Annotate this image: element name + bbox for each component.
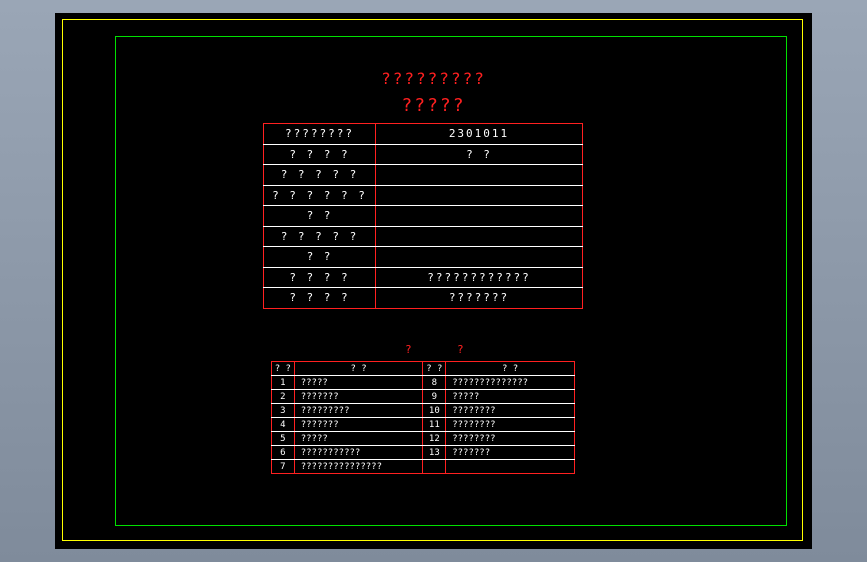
list-row: 7??????????????? xyxy=(271,459,575,474)
list-row: 1????? 8?????????????? xyxy=(271,375,575,390)
info-label: ???????? xyxy=(263,123,376,145)
list-row: 2??????? 9????? xyxy=(271,389,575,404)
item-number: 2 xyxy=(271,389,295,404)
info-table: ???????? 2301011? ? ? ?? ?? ? ? ? ?? ? ? … xyxy=(263,123,583,309)
info-row: ? ? ? ?? ? xyxy=(263,143,583,165)
item-name: ????? xyxy=(445,389,575,404)
item-name: ??????? xyxy=(293,389,424,404)
item-number: 7 xyxy=(271,459,295,474)
item-name: ??????????????? xyxy=(293,459,424,474)
info-row: ? ? ? ????????????? xyxy=(263,266,583,288)
item-number: 8 xyxy=(422,375,447,390)
item-name: ??????? xyxy=(445,445,575,460)
header-num: ? ? xyxy=(271,361,295,376)
info-label: ? ? xyxy=(263,205,376,227)
item-name: ??????? xyxy=(293,417,424,432)
info-value xyxy=(375,225,583,247)
drawing-title-line1: ????????? xyxy=(381,69,486,88)
info-label: ? ? ? ? ? xyxy=(263,164,376,186)
info-row: ? ? ? ? ? ? xyxy=(263,184,583,206)
item-number: 6 xyxy=(271,445,295,460)
list-title-char2: ? xyxy=(457,343,464,356)
info-label: ? ? ? ? xyxy=(263,266,376,288)
info-label: ? ? xyxy=(263,246,376,268)
item-name: ???????? xyxy=(445,403,575,418)
info-value: ? ? xyxy=(375,143,583,165)
item-name: ??????????? xyxy=(293,445,424,460)
item-number: 4 xyxy=(271,417,295,432)
list-row: 4??????? 11???????? xyxy=(271,417,575,432)
list-row: 6??????????? 13??????? xyxy=(271,445,575,460)
info-value xyxy=(375,164,583,186)
info-label: ? ? ? ? ? ? xyxy=(263,184,376,206)
drawing-title-line2: ????? xyxy=(401,95,466,116)
drawing-canvas[interactable]: ????????? ????? ???????? 2301011? ? ? ?? … xyxy=(55,13,812,549)
item-number: 11 xyxy=(422,417,447,432)
info-row: ? ? xyxy=(263,205,583,227)
list-title-char1: ? xyxy=(405,343,412,356)
header-name: ? ? xyxy=(445,361,575,376)
info-value: ??????? xyxy=(375,287,583,309)
info-row: ? ? ? ? ? xyxy=(263,164,583,186)
item-number: 12 xyxy=(422,431,447,446)
item-number: 3 xyxy=(271,403,295,418)
item-number: 5 xyxy=(271,431,295,446)
header-num: ? ? xyxy=(422,361,447,376)
list-row: 5????? 12???????? xyxy=(271,431,575,446)
info-value: ???????????? xyxy=(375,266,583,288)
item-name: ???????? xyxy=(445,417,575,432)
info-label: ? ? ? ? xyxy=(263,287,376,309)
item-number xyxy=(422,459,447,474)
info-label: ? ? ? ? ? xyxy=(263,225,376,247)
header-name: ? ? xyxy=(293,361,424,376)
item-number: 9 xyxy=(422,389,447,404)
list-row: 3????????? 10???????? xyxy=(271,403,575,418)
item-name: ????? xyxy=(293,375,424,390)
item-name: ????????? xyxy=(293,403,424,418)
item-name: ?????????????? xyxy=(445,375,575,390)
item-name xyxy=(445,459,575,474)
list-header-row: ? ? ? ? ? ? ? ? xyxy=(271,361,575,376)
info-row: ???????? 2301011 xyxy=(263,123,583,145)
item-name: ????? xyxy=(293,431,424,446)
item-number: 1 xyxy=(271,375,295,390)
info-value: 2301011 xyxy=(375,123,583,145)
info-value xyxy=(375,205,583,227)
item-number: 13 xyxy=(422,445,447,460)
parts-list-table: ? ? ? ? ? ? ? ? 1????? 8?????????????? 2??… xyxy=(271,361,575,474)
info-row: ? ? ? ? ? xyxy=(263,225,583,247)
info-value xyxy=(375,246,583,268)
info-label: ? ? ? ? xyxy=(263,143,376,165)
item-number: 10 xyxy=(422,403,447,418)
info-row: ? ? ? ???????? xyxy=(263,287,583,309)
item-name: ???????? xyxy=(445,431,575,446)
info-row: ? ? xyxy=(263,246,583,268)
info-value xyxy=(375,184,583,206)
